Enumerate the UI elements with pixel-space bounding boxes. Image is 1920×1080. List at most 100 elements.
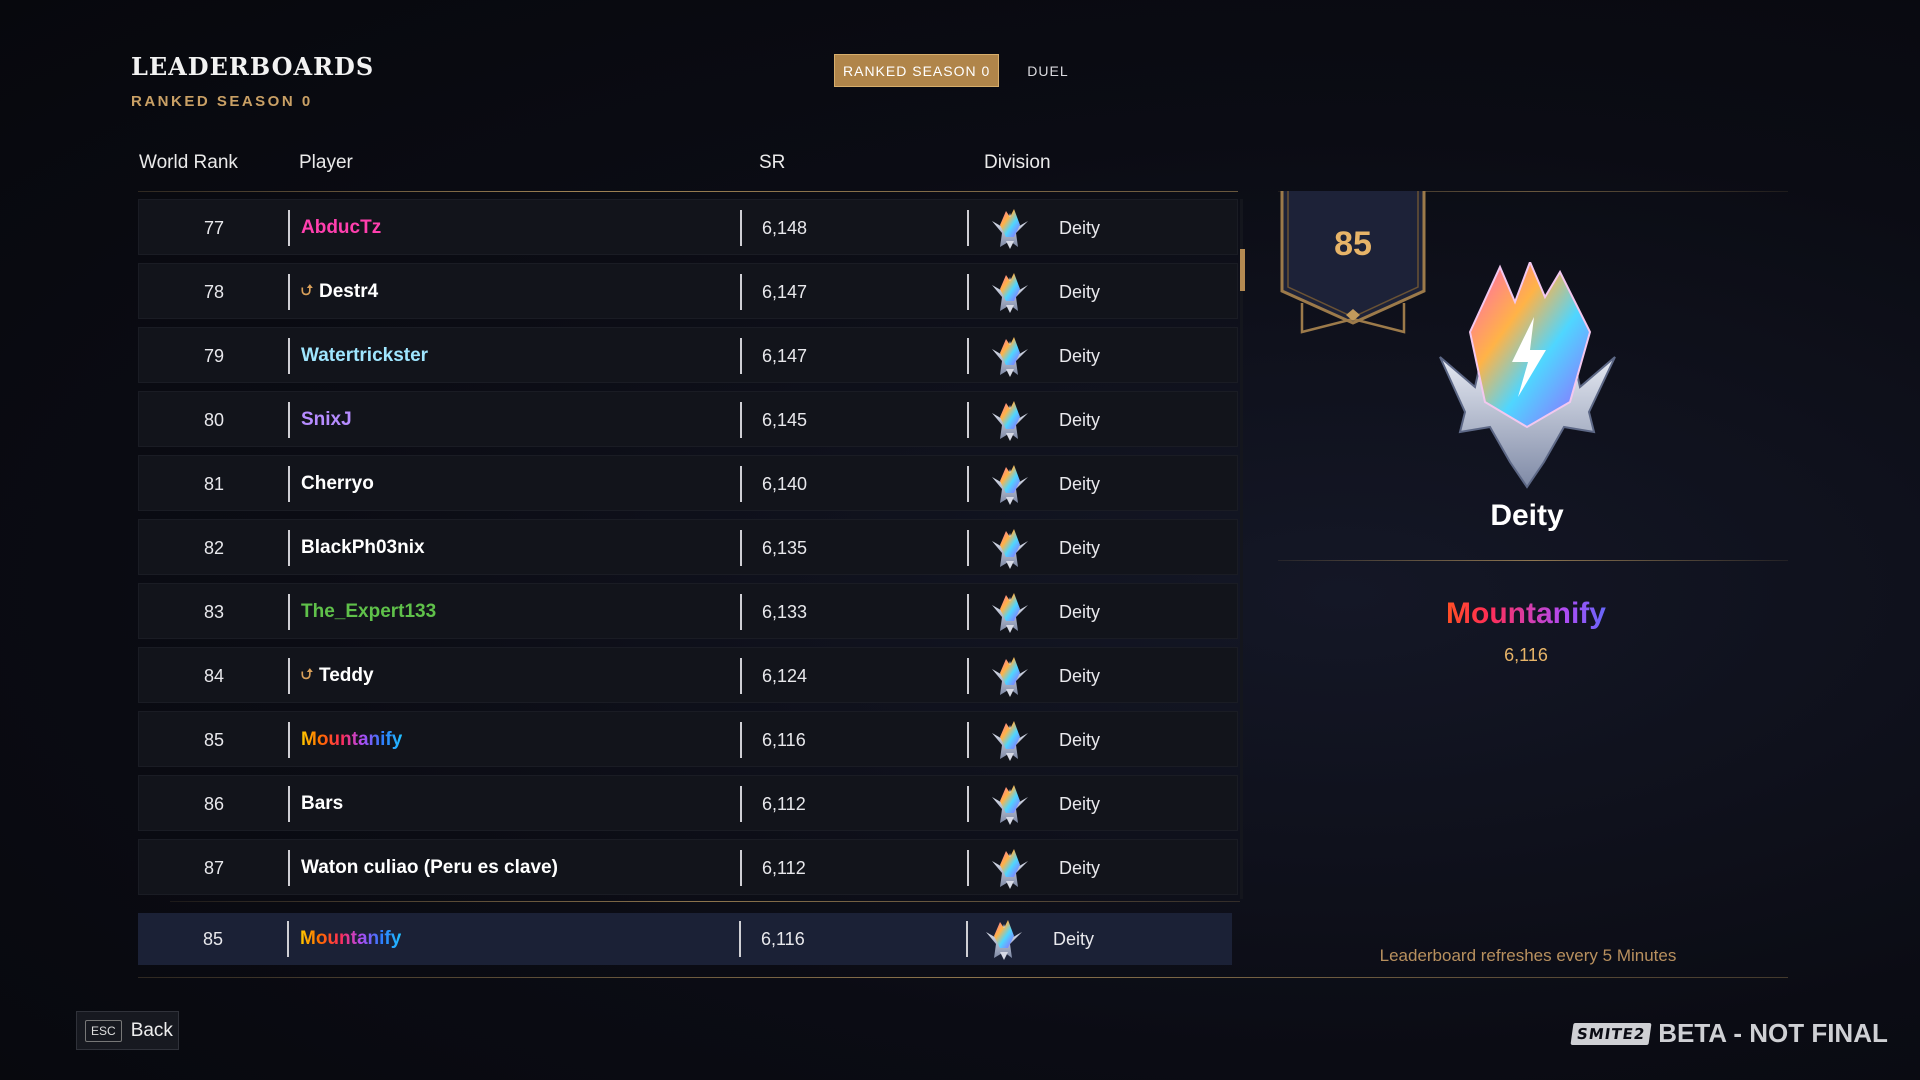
list-divider [170,901,1240,902]
column-separator [967,786,969,822]
row-player-name: BlackPh03nix [301,537,425,558]
deity-crystal-icon [987,648,1033,704]
row-division: Deity [1059,345,1101,366]
row-sr: 6,147 [762,281,808,302]
back-label: Back [130,1019,173,1041]
table-row[interactable]: 77 AbducTz 6,148 Deity [138,199,1238,255]
row-sr: 6,124 [762,665,808,686]
back-button[interactable]: ESC Back [76,1011,179,1050]
column-separator [967,274,969,310]
esc-key-hint: ESC [85,1019,122,1042]
column-separator [288,402,290,438]
row-player: ⮍ Teddy [301,648,374,704]
row-player-name: SnixJ [301,409,352,430]
deity-crystal-icon [987,776,1033,832]
column-separator [967,338,969,374]
row-player: SnixJ [301,392,352,448]
row-division: Deity [1059,729,1101,750]
deity-crystal-icon [987,456,1033,512]
column-separator [288,658,290,694]
leaderboard-list: 77 AbducTz 6,148 Deity 78 ⮍ Destr4 6,147… [138,199,1238,903]
scrollbar-track[interactable] [1240,199,1243,899]
column-separator [967,658,969,694]
beta-watermark: SMITE2 BETA - NOT FINAL [1570,1018,1888,1049]
row-division: Deity [1059,473,1101,494]
column-separator [967,594,969,630]
my-player-name: Mountanify [300,913,401,965]
table-row[interactable]: 83 The_Expert133 6,133 Deity [138,583,1238,639]
column-separator [740,786,742,822]
column-separator [288,466,290,502]
table-row[interactable]: 81 Cherryo 6,140 Deity [138,455,1238,511]
column-separator [288,530,290,566]
row-division: Deity [1059,217,1101,238]
column-separator [966,921,968,957]
row-rank: 81 [203,473,225,494]
row-sr: 6,145 [762,409,808,430]
row-rank: 87 [203,857,225,878]
row-division: Deity [1059,665,1101,686]
table-row[interactable]: 86 Bars 6,112 Deity [138,775,1238,831]
row-player-name: Destr4 [319,281,379,302]
row-player: The_Expert133 [301,584,436,640]
my-rank-row[interactable]: 85 Mountanify 6,116 Deity [138,913,1232,965]
row-rank: 83 [203,601,225,622]
row-player: AbducTz [301,200,381,256]
deity-crystal-icon [987,328,1033,384]
column-separator [288,722,290,758]
chevron-up-icon: ⮍ [301,281,314,299]
profile-sr: 6,116 [1504,645,1548,665]
table-row[interactable]: 87 Waton culiao (Peru es clave) 6,112 De… [138,839,1238,895]
row-rank: 77 [203,217,225,238]
row-player-name: Waton culiao (Peru es clave) [301,857,558,878]
column-separator [740,466,742,502]
beta-label: BETA - NOT FINAL [1658,1018,1888,1048]
row-sr: 6,116 [762,729,806,750]
deity-crystal-icon [987,392,1033,448]
column-separator [288,850,290,886]
table-row[interactable]: 84 ⮍ Teddy 6,124 Deity [138,647,1238,703]
page-title: LEADERBOARDS [131,52,375,81]
row-player-name: Watertrickster [301,345,429,366]
column-separator [287,921,289,957]
column-separator [288,338,290,374]
tab-ranked-season-0[interactable]: RANKED SEASON 0 [834,54,1000,87]
deity-crystal-icon [987,264,1033,320]
row-rank: 82 [203,537,225,558]
table-row[interactable]: 79 Watertrickster 6,147 Deity [138,327,1238,383]
column-header-player[interactable]: Player [299,152,353,174]
row-rank: 78 [203,281,225,302]
column-separator [740,658,742,694]
panel-mid-divider [1278,560,1788,561]
row-sr: 6,133 [762,601,808,622]
profile-division: Deity [1490,499,1564,532]
table-row[interactable]: 80 SnixJ 6,145 Deity [138,391,1238,447]
row-sr: 6,147 [762,345,808,366]
row-rank: 79 [203,345,225,366]
row-division: Deity [1059,857,1101,878]
table-row[interactable]: 85 Mountanify 6,116 Deity [138,711,1238,767]
refresh-note: Leaderboard refreshes every 5 Minutes [1379,946,1677,965]
row-player: Watertrickster [301,328,428,384]
column-header-world-rank[interactable]: World Rank [139,152,238,174]
column-separator [740,338,742,374]
row-division: Deity [1059,537,1101,558]
footer-divider [138,977,1788,978]
table-row[interactable]: 82 BlackPh03nix 6,135 Deity [138,519,1238,575]
row-division: Deity [1059,281,1101,302]
column-header-division[interactable]: Division [984,152,1051,174]
column-header-sr[interactable]: SR [759,152,785,174]
row-division: Deity [1059,601,1101,622]
scrollbar-thumb[interactable] [1240,249,1245,291]
table-row[interactable]: 78 ⮍ Destr4 6,147 Deity [138,263,1238,319]
column-separator [740,402,742,438]
row-division: Deity [1059,793,1101,814]
chevron-up-icon: ⮍ [301,665,314,683]
column-separator [967,210,969,246]
deity-crystal-icon [987,840,1033,896]
row-rank: 85 [203,729,225,750]
column-separator [967,850,969,886]
tab-duel[interactable]: DUEL [1019,54,1076,87]
deity-crystal-icon [987,520,1033,576]
deity-crystal-icon [1439,262,1616,489]
